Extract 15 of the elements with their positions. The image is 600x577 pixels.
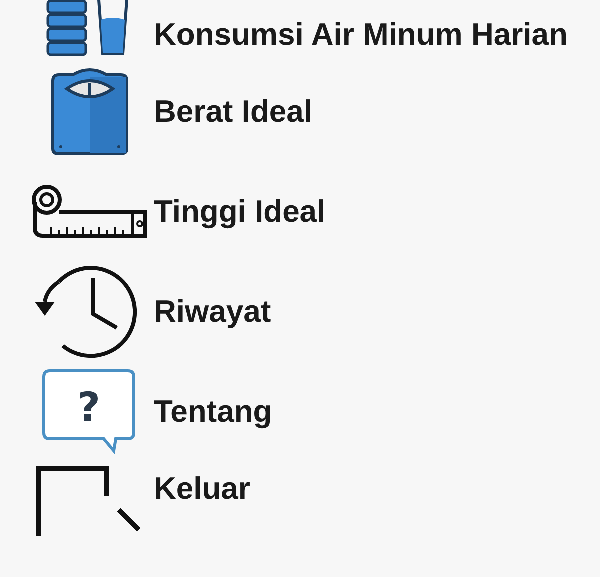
menu-item-label: Keluar	[154, 470, 250, 508]
menu-item[interactable]: ? Tentang	[0, 362, 600, 462]
menu-item-label: Konsumsi Air Minum Harian	[154, 16, 568, 54]
menu-item[interactable]: Keluar	[0, 462, 600, 577]
menu-item-label: Berat Ideal	[154, 92, 313, 131]
menu-item[interactable]: Tinggi Ideal	[0, 162, 600, 262]
menu-item[interactable]: Konsumsi Air Minum Harian	[0, 0, 600, 62]
menu-item[interactable]: Riwayat	[0, 262, 600, 362]
menu-item[interactable]: Berat Ideal	[0, 62, 600, 162]
menu-item-label: Tinggi Ideal	[154, 192, 326, 231]
bathroom-scale-icon	[49, 67, 131, 157]
question-speech-bubble-icon: ?	[42, 369, 138, 455]
menu-item-label: Riwayat	[154, 292, 272, 331]
measuring-tape-icon	[31, 184, 149, 240]
menu-item-label: Tentang	[154, 392, 272, 431]
